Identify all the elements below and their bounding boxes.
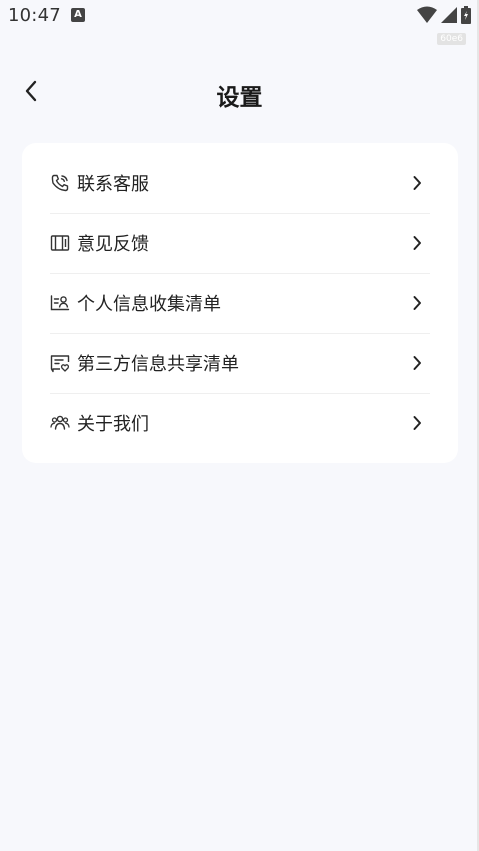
notification-icon: A: [71, 8, 85, 22]
chevron-right-icon: [410, 173, 424, 193]
menu-item-label: 意见反馈: [77, 234, 149, 255]
menu-item-third-party-share-list[interactable]: 第三方信息共享清单: [22, 333, 458, 393]
wifi-icon: [417, 6, 437, 28]
menu-item-label: 个人信息收集清单: [77, 294, 221, 315]
chevron-right-icon: [410, 413, 424, 433]
signal-icon: [441, 6, 457, 28]
menu-item-label: 关于我们: [77, 414, 149, 435]
nav-bar: 设置: [0, 68, 479, 118]
menu-item-personal-info-list[interactable]: 个人信息收集清单: [22, 273, 458, 333]
menu-item-label: 联系客服: [77, 174, 149, 195]
phone-icon: [50, 173, 70, 193]
chevron-right-icon: [410, 233, 424, 253]
menu-item-feedback[interactable]: 意见反馈: [22, 213, 458, 273]
settings-card: 联系客服 意见反馈 个人信息收集清单 第三方信息共享清单 关于我们: [22, 143, 458, 463]
status-icons: [417, 6, 471, 28]
menu-item-about-us[interactable]: 关于我们: [22, 393, 458, 453]
people-icon: [50, 413, 70, 433]
personal-info-icon: [50, 293, 70, 313]
debug-badge: 60e6: [437, 33, 466, 45]
chevron-right-icon: [410, 353, 424, 373]
feedback-icon: [50, 233, 70, 253]
menu-item-contact-support[interactable]: 联系客服: [22, 153, 458, 213]
battery-icon: [461, 6, 471, 28]
page-title: 设置: [216, 85, 263, 111]
menu-item-label: 第三方信息共享清单: [77, 354, 239, 375]
third-party-share-icon: [50, 353, 70, 373]
chevron-right-icon: [410, 293, 424, 313]
status-bar: 10:47 A: [0, 0, 479, 32]
status-time: 10:47: [8, 5, 61, 26]
